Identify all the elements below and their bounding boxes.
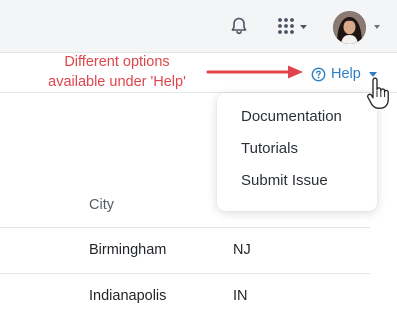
apps-menu-button[interactable]	[277, 17, 311, 37]
help-dropdown-menu: Documentation Tutorials Submit Issue	[217, 93, 377, 211]
annotation-line-1: Different options	[64, 54, 170, 70]
cell-state: NJ	[233, 242, 251, 258]
cell-city: Birmingham	[89, 242, 167, 258]
column-header-city[interactable]: City	[89, 197, 114, 213]
annotation-line-2: available under 'Help'	[48, 74, 186, 90]
question-circle-icon	[311, 67, 326, 81]
row-divider	[0, 273, 370, 274]
user-avatar	[333, 11, 366, 44]
menu-item-documentation[interactable]: Documentation	[217, 105, 377, 137]
chevron-down-icon	[374, 25, 380, 29]
apps-grid-icon	[278, 18, 307, 34]
cell-city: Indianapolis	[89, 288, 167, 304]
bell-icon[interactable]	[229, 16, 249, 36]
menu-item-submit-issue[interactable]: Submit Issue	[217, 169, 377, 201]
annotation-arrow-icon	[206, 65, 303, 79]
annotation-callout: Different options available under 'Help'	[32, 52, 202, 92]
top-nav-bar	[0, 0, 397, 53]
user-menu-button[interactable]	[333, 11, 383, 45]
hand-pointer-icon	[367, 77, 389, 109]
caret-down-icon	[368, 71, 377, 77]
row-divider	[0, 227, 370, 228]
cell-state: IN	[233, 288, 248, 304]
help-menu-label: Help	[331, 66, 361, 82]
menu-item-tutorials[interactable]: Tutorials	[217, 137, 377, 169]
